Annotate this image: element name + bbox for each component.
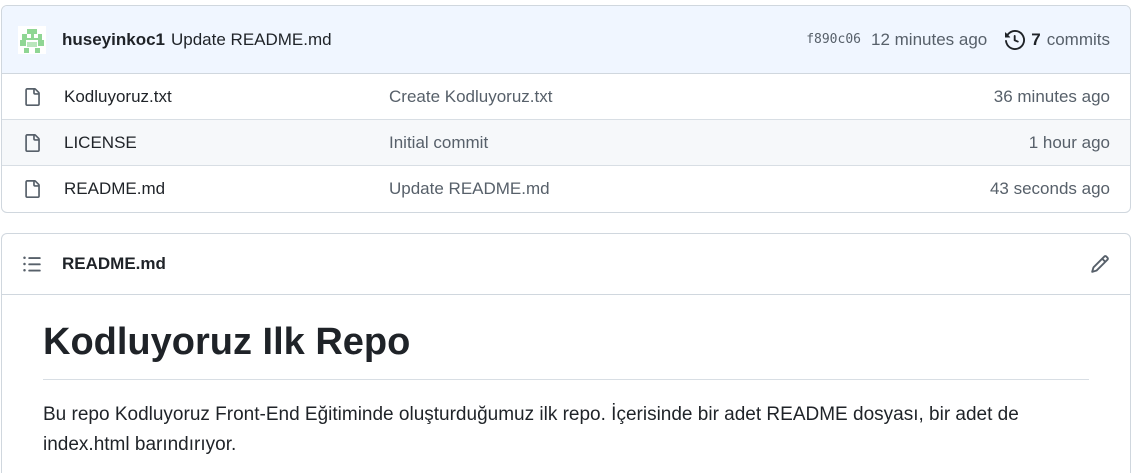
file-name-link[interactable]: README.md xyxy=(64,179,389,199)
commit-meta: f890c06 12 minutes ago 7 commits xyxy=(806,30,1110,50)
commit-author-link[interactable]: huseyinkoc1 xyxy=(62,30,165,50)
file-icon xyxy=(23,133,41,153)
list-unordered-icon[interactable] xyxy=(22,254,42,274)
file-name-link[interactable]: Kodluyoruz.txt xyxy=(64,87,389,107)
file-row[interactable]: LICENSE Initial commit 1 hour ago xyxy=(2,120,1130,166)
file-age: 1 hour ago xyxy=(1028,132,1110,152)
history-icon xyxy=(1005,29,1026,50)
file-icon xyxy=(23,87,41,107)
file-row[interactable]: README.md Update README.md 43 seconds ag… xyxy=(2,166,1130,212)
latest-commit-bar: huseyinkoc1 Update README.md f890c06 12 … xyxy=(2,6,1130,74)
pencil-icon[interactable] xyxy=(1090,254,1110,274)
commit-time: 12 minutes ago xyxy=(871,29,988,49)
file-name-link[interactable]: LICENSE xyxy=(64,133,389,153)
readme-paragraph: Bu repo Kodluyoruz Front-End Eğitiminde … xyxy=(43,403,1019,455)
commits-count: 7 xyxy=(1031,29,1041,49)
file-row[interactable]: Kodluyoruz.txt Create Kodluyoruz.txt 36 … xyxy=(2,74,1130,120)
file-icon xyxy=(23,179,41,199)
readme-content: Kodluyoruz Ilk Repo Bu repo Kodluyoruz F… xyxy=(2,295,1130,460)
file-commit-message-link[interactable]: Update README.md xyxy=(389,179,550,199)
readme-heading: Kodluyoruz Ilk Repo xyxy=(43,319,1089,380)
file-age: 36 minutes ago xyxy=(993,86,1110,106)
readme-header: README.md xyxy=(2,234,1130,295)
avatar[interactable] xyxy=(18,25,46,54)
file-browser: huseyinkoc1 Update README.md f890c06 12 … xyxy=(1,5,1131,213)
commits-label: commits xyxy=(1046,29,1110,49)
commit-message: huseyinkoc1 Update README.md xyxy=(62,30,332,50)
commit-sha-link[interactable]: f890c06 xyxy=(806,32,861,47)
readme-panel: README.md Kodluyoruz Ilk Repo Bu repo Ko… xyxy=(1,233,1131,473)
readme-filename: README.md xyxy=(62,254,166,273)
commits-history-link[interactable]: 7 commits xyxy=(1005,30,1110,50)
commit-message-link[interactable]: Update README.md xyxy=(171,30,332,50)
file-commit-message-link[interactable]: Initial commit xyxy=(389,133,488,153)
file-commit-message-link[interactable]: Create Kodluyoruz.txt xyxy=(389,87,552,107)
file-age: 43 seconds ago xyxy=(989,179,1110,198)
